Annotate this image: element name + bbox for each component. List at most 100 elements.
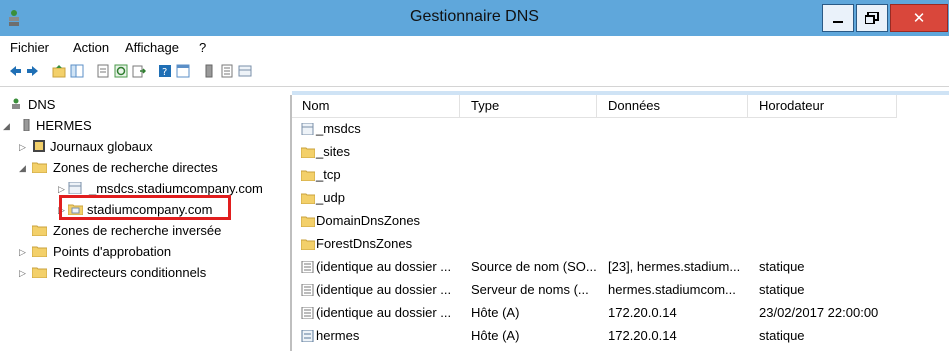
tree-label-dns: DNS <box>28 97 56 112</box>
properties-icon[interactable] <box>96 64 110 78</box>
cell-data: 172.20.0.14 <box>608 328 677 343</box>
table-row[interactable]: DomainDnsZones <box>292 211 912 234</box>
title-bar: Gestionnaire DNS ✕ <box>0 0 949 36</box>
column-separator[interactable] <box>459 95 460 117</box>
menu-action[interactable]: Action <box>73 40 109 55</box>
record-icon <box>301 261 314 273</box>
tree-label-hermes: HERMES <box>36 118 92 133</box>
show-hide-tree-icon[interactable] <box>70 64 84 78</box>
table-row[interactable]: (identique au dossier ... Hôte (A) 172.20.… <box>292 303 912 326</box>
column-separator[interactable] <box>747 95 748 117</box>
table-row[interactable]: (identique au dossier ... Source de nom (… <box>292 257 912 280</box>
column-header-nom[interactable]: Nom <box>302 98 329 113</box>
table-row[interactable]: _sites <box>292 142 912 165</box>
folder-icon <box>32 267 47 278</box>
cell-timestamp: statique <box>759 328 805 343</box>
folder-icon <box>32 246 47 257</box>
cell-type: Hôte (A) <box>471 328 520 343</box>
folder-icon <box>301 216 315 227</box>
cell-data: hermes.stadiumcom... <box>608 282 736 297</box>
tree-label-reverse-zones: Zones de recherche inversée <box>53 223 222 238</box>
cell-name: _sites <box>316 144 350 159</box>
zone-icon <box>68 182 82 194</box>
list-header: Nom Type Données Horodateur <box>292 95 897 118</box>
folder-icon <box>301 239 315 250</box>
cell-name: (identique au dossier ... <box>316 282 452 297</box>
table-row[interactable]: (identique au dossier ... Serveur de noms… <box>292 280 912 303</box>
table-row[interactable]: hermes Hôte (A) 172.20.0.14 statique <box>292 326 912 349</box>
cell-timestamp: statique <box>759 259 805 274</box>
host-record-icon <box>301 330 314 342</box>
cell-name: (identique au dossier ... <box>316 305 452 320</box>
cell-name: (identique au dossier ... <box>316 259 452 274</box>
expand-arrow-icon[interactable]: ▷ <box>19 137 29 157</box>
folder-icon <box>301 193 315 204</box>
minimize-icon <box>833 21 843 23</box>
maximize-button[interactable] <box>856 4 888 32</box>
menu-fichier[interactable]: Fichier <box>10 40 49 55</box>
menu-affichage[interactable]: Affichage <box>125 40 179 55</box>
event-log-icon <box>33 140 45 152</box>
expand-arrow-icon[interactable]: ▷ <box>19 242 29 262</box>
column-header-donnees[interactable]: Données <box>608 98 660 113</box>
back-arrow-icon[interactable] <box>8 64 22 78</box>
console-icon[interactable] <box>176 64 190 78</box>
cell-data: [23], hermes.stadium... <box>608 259 741 274</box>
cell-name: _msdcs <box>316 121 361 136</box>
expand-arrow-icon[interactable]: ▷ <box>19 263 29 283</box>
tree-label-trust-points: Points d'approbation <box>53 244 172 259</box>
help-icon[interactable]: ? <box>158 64 172 78</box>
folder-icon <box>32 162 47 173</box>
menu-bar: Fichier Action Affichage ? <box>0 37 949 58</box>
svg-text:?: ? <box>162 67 167 78</box>
record-icon <box>301 307 314 319</box>
cell-name: _udp <box>316 190 345 205</box>
export-list-icon[interactable] <box>132 64 146 78</box>
menu-help[interactable]: ? <box>199 40 206 55</box>
close-button[interactable]: ✕ <box>890 4 948 32</box>
cell-type: Source de nom (SO... <box>471 259 597 274</box>
refresh-icon[interactable] <box>114 64 128 78</box>
collapse-arrow-icon[interactable]: ◢ <box>3 116 13 136</box>
highlight-box <box>59 195 231 220</box>
cell-name: _tcp <box>316 167 341 182</box>
cell-type: Hôte (A) <box>471 305 520 320</box>
table-row[interactable]: ForestDnsZones <box>292 234 912 257</box>
forward-arrow-icon[interactable] <box>26 64 40 78</box>
cell-data: 172.20.0.14 <box>608 305 677 320</box>
toolbar: ? <box>0 58 949 87</box>
cell-name: hermes <box>316 328 360 343</box>
close-icon: ✕ <box>912 10 926 27</box>
folder-icon <box>32 225 47 236</box>
folder-icon <box>301 170 315 181</box>
minimize-button[interactable] <box>822 4 854 32</box>
restore-icon <box>865 12 879 24</box>
table-row[interactable]: _tcp <box>292 165 912 188</box>
cell-type: Serveur de noms (... <box>471 282 589 297</box>
folder-up-icon[interactable] <box>52 64 66 78</box>
window-title: Gestionnaire DNS <box>410 8 539 25</box>
column-header-horodateur[interactable]: Horodateur <box>759 98 824 113</box>
tree-label-global-logs: Journaux globaux <box>50 139 153 154</box>
delegated-zone-icon <box>301 123 314 135</box>
list-icon[interactable] <box>220 64 234 78</box>
records-list: Nom Type Données Horodateur _msdcs _sites… <box>292 91 949 351</box>
tree-label-conditional-forwarders: Redirecteurs conditionnels <box>53 265 207 280</box>
console-tree: DNS ◢ HERMES ▷ Journaux globaux ◢ Zones … <box>0 95 292 351</box>
dns-icon <box>12 98 20 109</box>
column-header-type[interactable]: Type <box>471 98 499 113</box>
table-row[interactable]: _udp <box>292 188 912 211</box>
column-separator[interactable] <box>896 95 897 117</box>
cell-timestamp: statique <box>759 282 805 297</box>
cell-name: ForestDnsZones <box>316 236 413 251</box>
collapse-arrow-icon[interactable]: ◢ <box>19 158 29 178</box>
column-separator[interactable] <box>596 95 597 117</box>
cell-timestamp: 23/02/2017 22:00:00 <box>759 305 879 320</box>
server-icon[interactable] <box>202 64 216 78</box>
cell-name: DomainDnsZones <box>316 213 421 228</box>
table-row[interactable]: _msdcs <box>292 119 912 142</box>
record-icon <box>301 284 314 296</box>
server-icon <box>23 119 30 131</box>
folder-icon <box>301 147 315 158</box>
zone-icon[interactable] <box>238 64 252 78</box>
